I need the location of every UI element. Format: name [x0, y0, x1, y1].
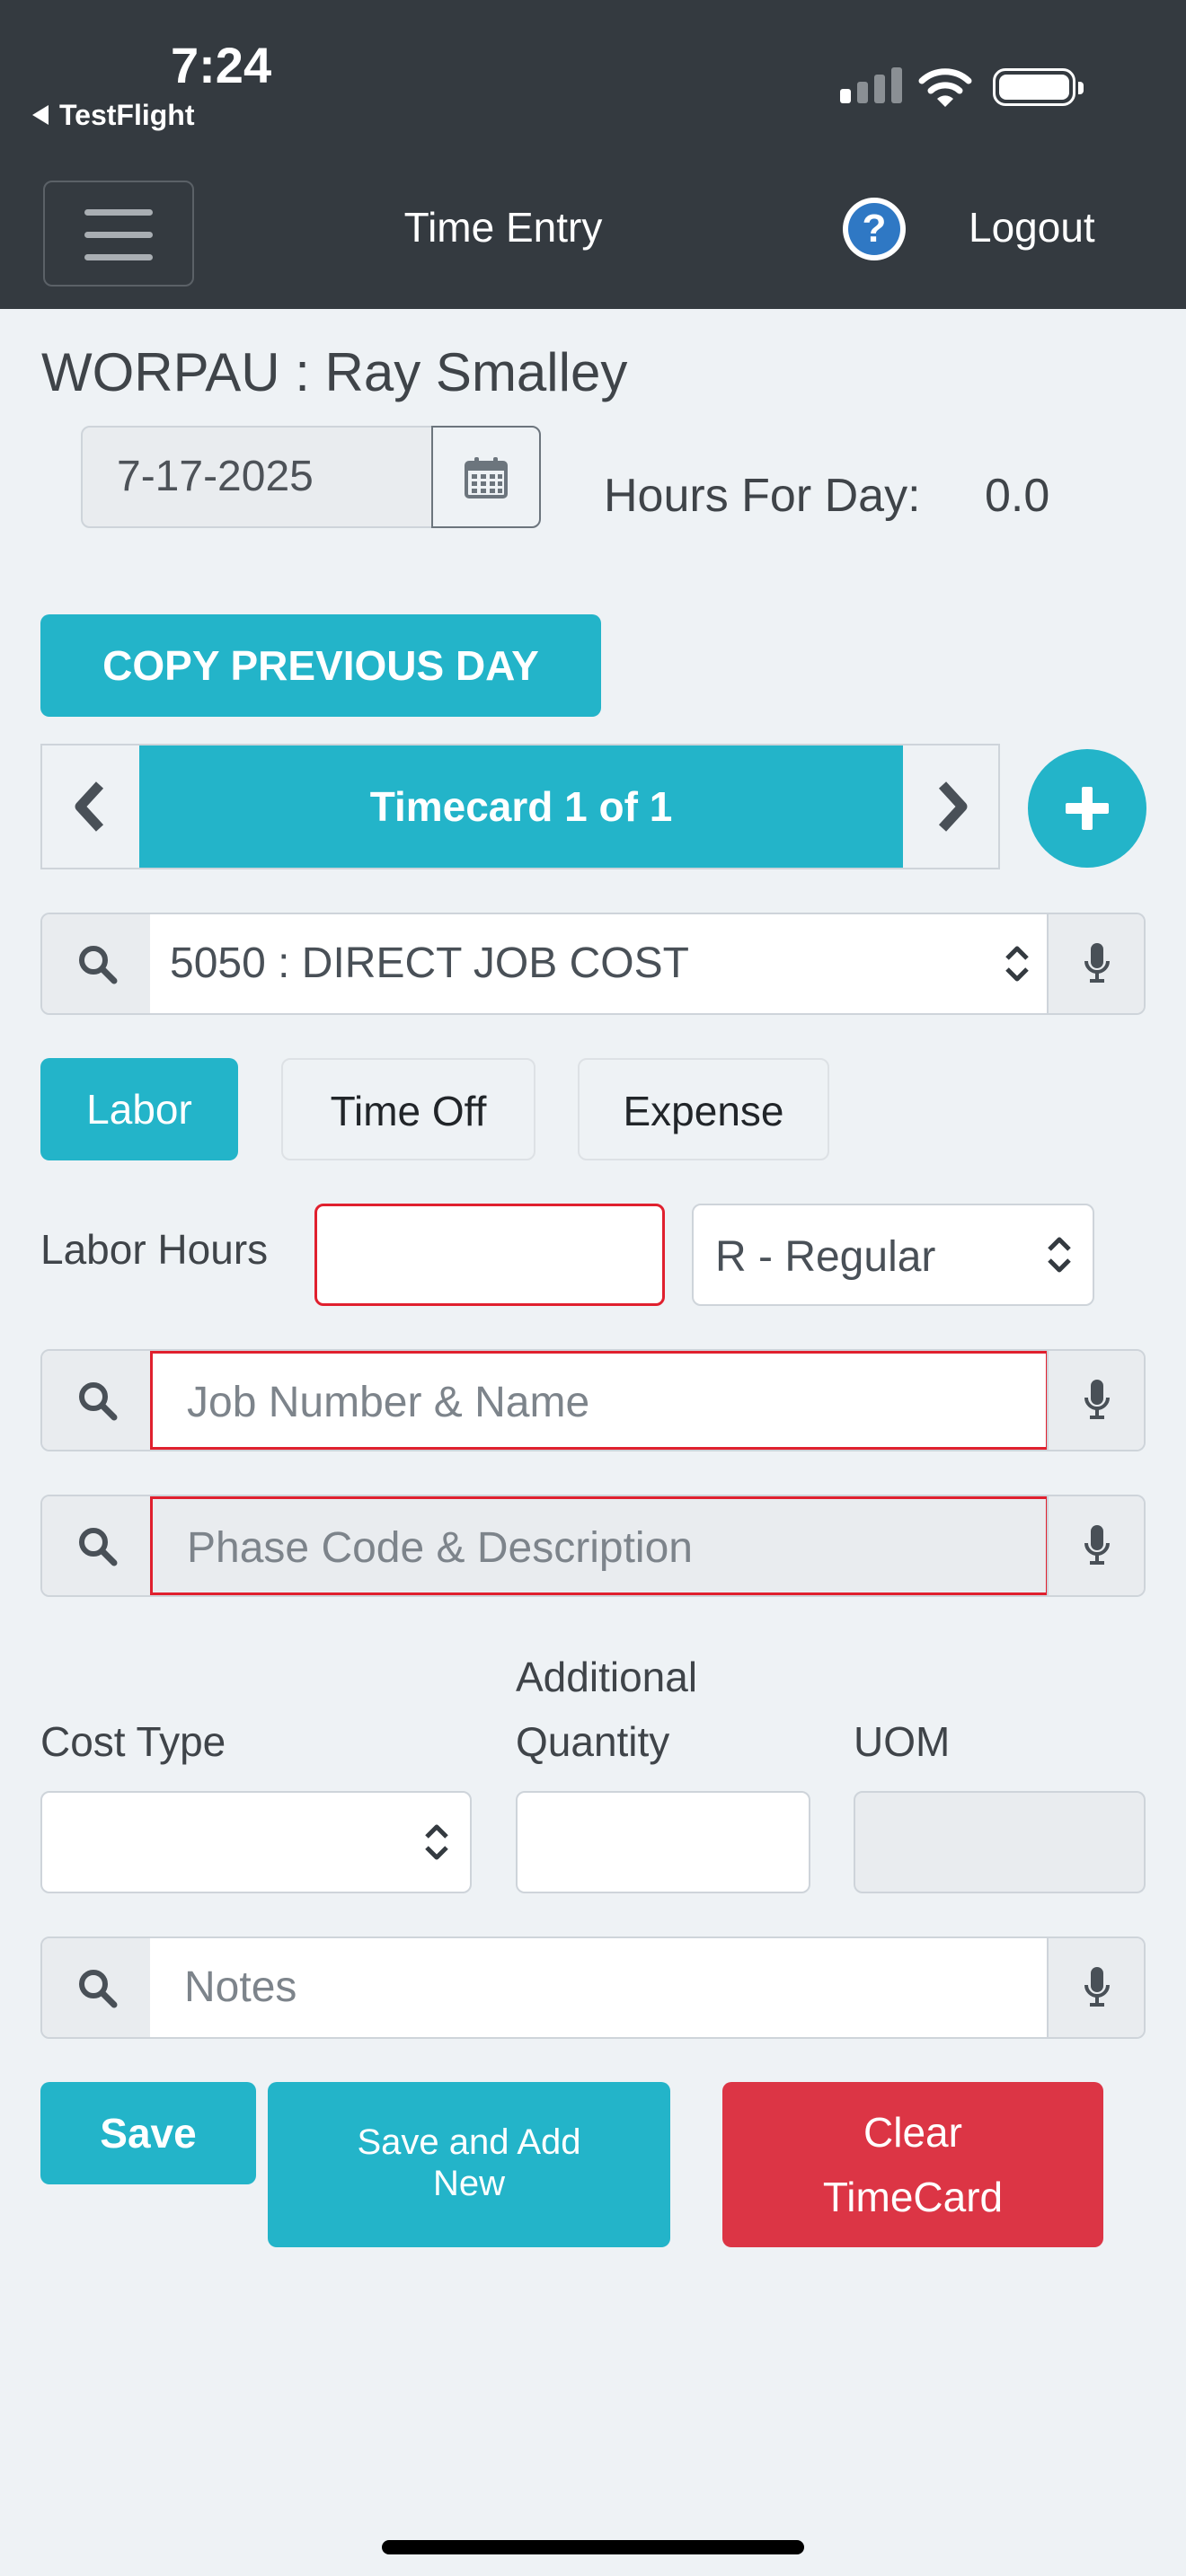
save-button[interactable]: Save: [40, 2082, 256, 2184]
additional-quantity-label-line1: Additional: [516, 1654, 698, 1700]
plus-icon: [1066, 787, 1109, 830]
select-arrows-icon: [1048, 1237, 1071, 1273]
notes-row: Notes: [40, 1936, 1146, 2039]
tab-labor[interactable]: Labor: [40, 1058, 238, 1160]
back-triangle-icon: [32, 104, 49, 125]
search-icon: [79, 1382, 118, 1421]
search-icon: [79, 946, 118, 984]
tab-time-off[interactable]: Time Off: [281, 1058, 535, 1160]
previous-timecard-button[interactable]: [42, 745, 139, 868]
user-heading: WORPAU : Ray Smalley: [41, 342, 628, 402]
next-timecard-button[interactable]: [903, 745, 1000, 868]
copy-previous-day-button[interactable]: COPY PREVIOUS DAY: [40, 614, 601, 717]
hours-for-day-label: Hours For Day:: [604, 470, 921, 522]
chevron-left-icon: [75, 781, 104, 832]
additional-quantity-input[interactable]: [516, 1791, 810, 1893]
clear-timecard-label-line2: TimeCard: [822, 2174, 1004, 2220]
microphone-icon: [1084, 943, 1110, 983]
hours-for-day-value: 0.0: [985, 470, 1050, 522]
phase-row: Phase Code & Description: [40, 1495, 1146, 1597]
wifi-icon: [918, 68, 972, 107]
back-app-label: TestFlight: [59, 99, 195, 131]
notes-search-button[interactable]: [42, 1938, 150, 2037]
home-indicator[interactable]: [382, 2540, 804, 2554]
cost-code-mic-button[interactable]: [1047, 914, 1144, 1013]
job-number-input[interactable]: Job Number & Name: [150, 1351, 1049, 1450]
labor-hours-label: Labor Hours: [40, 1226, 269, 1273]
timecard-label: Timecard 1 of 1: [139, 745, 903, 868]
additional-quantity-label-line2: Quantity: [516, 1718, 670, 1765]
logout-link[interactable]: Logout: [969, 203, 1095, 251]
pay-type-value: R - Regular: [715, 1233, 936, 1281]
labor-hours-input[interactable]: [314, 1204, 665, 1306]
hamburger-menu-button[interactable]: [43, 181, 194, 287]
chevron-right-icon: [938, 781, 968, 832]
phase-code-input[interactable]: Phase Code & Description: [150, 1496, 1049, 1595]
cost-type-select[interactable]: [40, 1791, 472, 1893]
microphone-icon: [1084, 1380, 1110, 1419]
cost-code-row: 5050 : DIRECT JOB COST: [40, 913, 1146, 1015]
cellular-signal-icon: [840, 67, 903, 103]
phase-search-button[interactable]: [42, 1496, 150, 1595]
microphone-icon: [1084, 1967, 1110, 2007]
add-timecard-button[interactable]: [1028, 749, 1146, 868]
microphone-icon: [1084, 1525, 1110, 1565]
pay-type-select[interactable]: R - Regular: [692, 1204, 1094, 1306]
job-mic-button[interactable]: [1047, 1351, 1144, 1450]
help-button[interactable]: ?: [843, 198, 906, 260]
notes-input[interactable]: Notes: [150, 1938, 1049, 2037]
timecard-navigator: Timecard 1 of 1: [40, 744, 1000, 869]
battery-icon: [993, 68, 1084, 106]
select-arrows-icon: [425, 1824, 448, 1860]
phase-mic-button[interactable]: [1047, 1496, 1144, 1595]
clear-timecard-label-line1: Clear: [863, 2109, 962, 2156]
save-and-add-new-label-line1: Save and Add: [357, 2122, 581, 2162]
cost-code-search-button[interactable]: [42, 914, 150, 1013]
job-search-button[interactable]: [42, 1351, 150, 1450]
back-to-testflight[interactable]: TestFlight: [32, 99, 195, 132]
notes-mic-button[interactable]: [1047, 1938, 1144, 2037]
top-bar: 7:24 TestFlight Time Entry ? Logout: [0, 0, 1186, 309]
uom-label: UOM: [854, 1718, 951, 1765]
select-arrows-icon: [1005, 946, 1029, 982]
cost-type-label: Cost Type: [40, 1718, 226, 1765]
search-icon: [79, 1970, 118, 2008]
save-and-add-new-button[interactable]: Save and Add New: [268, 2082, 670, 2247]
page-title: Time Entry: [403, 204, 603, 251]
date-input[interactable]: 7-17-2025: [81, 426, 433, 528]
calendar-button[interactable]: [431, 426, 541, 528]
clear-timecard-button[interactable]: Clear TimeCard: [722, 2082, 1103, 2247]
cost-code-select[interactable]: 5050 : DIRECT JOB COST: [150, 914, 1049, 1013]
help-icon: ?: [848, 203, 900, 255]
job-row: Job Number & Name: [40, 1349, 1146, 1451]
status-time: 7:24: [171, 37, 272, 93]
cost-code-value: 5050 : DIRECT JOB COST: [170, 940, 689, 987]
uom-field: [854, 1791, 1146, 1893]
search-icon: [79, 1528, 118, 1566]
calendar-icon: [465, 457, 508, 498]
hamburger-menu-icon: [84, 209, 153, 216]
tab-expense[interactable]: Expense: [578, 1058, 829, 1160]
save-and-add-new-label-line2: New: [432, 2164, 506, 2203]
